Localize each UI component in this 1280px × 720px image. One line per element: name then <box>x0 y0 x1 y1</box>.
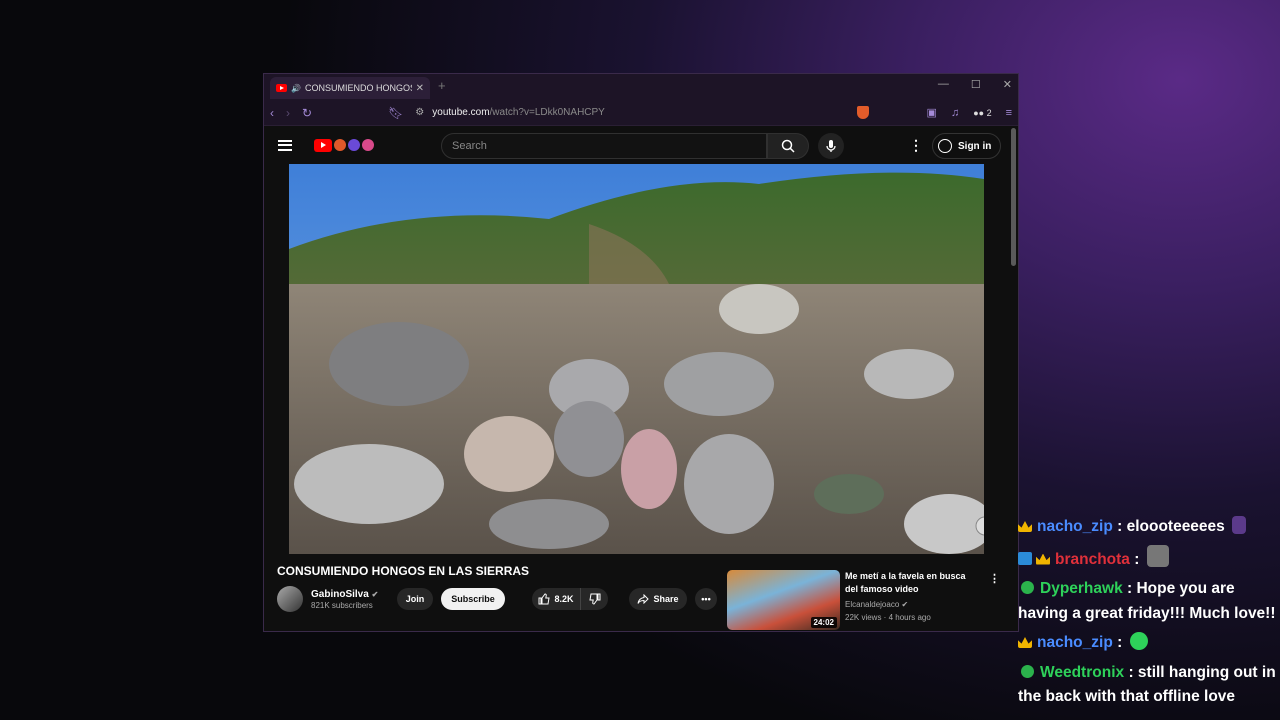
browser-toolbar: ‹ › ↻ 🔖︎ ⚙︎ youtube.com/watch?v=LDkk0NAH… <box>264 100 1018 126</box>
browser-window: 🔊 CONSUMIENDO HONGOS EN ✕ + — ☐ ✕ ‹ › ↻ … <box>263 73 1019 632</box>
page-scrollbar[interactable] <box>1011 128 1016 266</box>
chat-text: : <box>1134 550 1140 568</box>
verified-icon: ✔ <box>371 589 379 599</box>
close-window-icon[interactable]: ✕ <box>1003 78 1012 91</box>
chat-username: Weedtronix <box>1040 663 1125 681</box>
more-actions-button[interactable]: ••• <box>695 588 717 610</box>
chat-message: nacho_zip : <box>1018 631 1280 656</box>
channel-avatar[interactable] <box>277 586 303 612</box>
new-tab-icon[interactable]: + <box>438 78 446 93</box>
subscriber-badge-icon <box>1018 637 1032 648</box>
recommended-meta: 22K views · 4 hours ago <box>845 613 931 622</box>
verified-icon: ✔ <box>901 600 909 609</box>
emote-icon <box>1232 516 1247 534</box>
chat-message: Weedtronix : still hanging out in the ba… <box>1018 661 1280 710</box>
emote-icon <box>1129 632 1148 650</box>
bookmark-icon[interactable]: 🔖︎ <box>388 106 403 120</box>
chat-text: : <box>1117 634 1123 651</box>
search-icon <box>781 139 795 153</box>
address-bar[interactable]: ⚙︎ youtube.com/watch?v=LDkk0NAHCPY <box>415 107 844 118</box>
chat-username: nacho_zip <box>1037 634 1113 651</box>
youtube-logo-icon <box>314 138 332 152</box>
back-arrow-icon[interactable]: ‹ <box>270 106 274 120</box>
extension-badge[interactable]: ●● 2 <box>973 108 991 118</box>
chat-message: branchota : <box>1018 544 1280 573</box>
moderator-badge-icon <box>1018 551 1032 565</box>
emote-icon <box>1146 544 1169 567</box>
browser-titlebar: 🔊 CONSUMIENDO HONGOS EN ✕ + — ☐ ✕ <box>264 74 1018 100</box>
sign-in-button[interactable]: Sign in <box>932 133 1002 159</box>
chat-username: nacho_zip <box>1037 518 1113 535</box>
vip-badge-icon <box>1021 581 1034 594</box>
browser-tab-active[interactable]: 🔊 CONSUMIENDO HONGOS EN ✕ <box>270 77 430 99</box>
youtube-logo[interactable] <box>314 138 374 152</box>
menu-icon[interactable]: ≡ <box>1006 107 1012 119</box>
subscribe-button[interactable]: Subscribe <box>441 588 505 610</box>
doodle-icon <box>362 139 374 151</box>
like-button[interactable]: 8.2K <box>532 588 580 610</box>
subscriber-badge-icon <box>1018 521 1032 532</box>
recommended-menu-icon[interactable]: ⋮ <box>989 572 1000 585</box>
sign-in-label: Sign in <box>958 140 992 152</box>
url-host: youtube.com <box>432 107 490 118</box>
chat-username: branchota <box>1055 550 1130 568</box>
dislike-button[interactable] <box>580 588 608 610</box>
extension-count: 2 <box>986 107 992 118</box>
sidebar-icon[interactable]: ▣ <box>927 106 937 119</box>
audio-playing-icon[interactable]: 🔊 <box>291 84 301 93</box>
chat-text: : eloooteeeees <box>1117 518 1225 535</box>
thumbs-down-icon <box>588 593 600 605</box>
account-icon <box>938 139 952 153</box>
doodle-icon <box>334 139 346 151</box>
channel-name[interactable]: GabinoSilva ✔ <box>311 589 378 601</box>
stream-chat-overlay: nacho_zip : eloooteeeees branchota : Dyp… <box>1018 515 1280 715</box>
forward-arrow-icon[interactable]: › <box>286 106 290 120</box>
voice-search-button[interactable] <box>818 133 844 159</box>
share-label: Share <box>653 594 679 604</box>
chat-username: Dyperhawk <box>1040 580 1123 597</box>
video-details: CONSUMIENDO HONGOS EN LAS SIERRAS Gabino… <box>277 564 717 612</box>
youtube-header: Search ⋮ Sign in <box>264 126 1018 164</box>
recommended-channel[interactable]: Elcanaldejoaco ✔ <box>845 600 908 609</box>
recommended-title[interactable]: Me metí a la favela en busca del famoso … <box>845 570 981 596</box>
reload-icon[interactable]: ↻ <box>302 106 312 120</box>
share-icon <box>637 594 650 604</box>
youtube-favicon-icon <box>276 84 287 92</box>
vip-badge-icon <box>1021 664 1034 678</box>
brave-shield-icon[interactable] <box>856 106 869 119</box>
video-duration: 24:02 <box>810 617 837 628</box>
share-button[interactable]: Share <box>629 588 687 610</box>
video-player[interactable] <box>289 164 984 554</box>
guide-menu-icon[interactable] <box>278 139 292 151</box>
subscriber-count: 821K subscribers <box>311 600 373 610</box>
media-icon[interactable]: ♫ <box>951 107 959 119</box>
maximize-icon[interactable]: ☐ <box>971 78 981 91</box>
site-info-icon[interactable]: ⚙︎ <box>415 107 424 118</box>
tab-title: CONSUMIENDO HONGOS EN <box>304 83 412 93</box>
settings-kebab-icon[interactable]: ⋮ <box>909 138 923 152</box>
like-count: 8.2K <box>554 594 574 604</box>
url-path: /watch?v=LDkk0NAHCPY <box>489 107 605 118</box>
video-frame-rocky-river <box>289 164 984 554</box>
chat-message: Dyperhawk : Hope you are having a great … <box>1018 577 1280 626</box>
microphone-icon <box>826 140 836 152</box>
search-button[interactable] <box>767 133 809 159</box>
recommended-channel-name: Elcanaldejoaco <box>845 600 900 609</box>
thumbs-up-icon <box>538 593 551 605</box>
doodle-icon <box>348 139 360 151</box>
search-input[interactable]: Search <box>441 133 767 159</box>
join-button[interactable]: Join <box>397 588 433 610</box>
subscriber-badge-icon <box>1036 553 1050 565</box>
close-tab-icon[interactable]: ✕ <box>416 83 424 94</box>
recommended-thumbnail[interactable]: 24:02 <box>727 570 840 630</box>
channel-name-text: GabinoSilva <box>311 588 369 600</box>
video-title: CONSUMIENDO HONGOS EN LAS SIERRAS <box>277 564 530 578</box>
chat-message: nacho_zip : eloooteeeees <box>1018 515 1280 540</box>
minimize-icon[interactable]: — <box>938 78 949 91</box>
